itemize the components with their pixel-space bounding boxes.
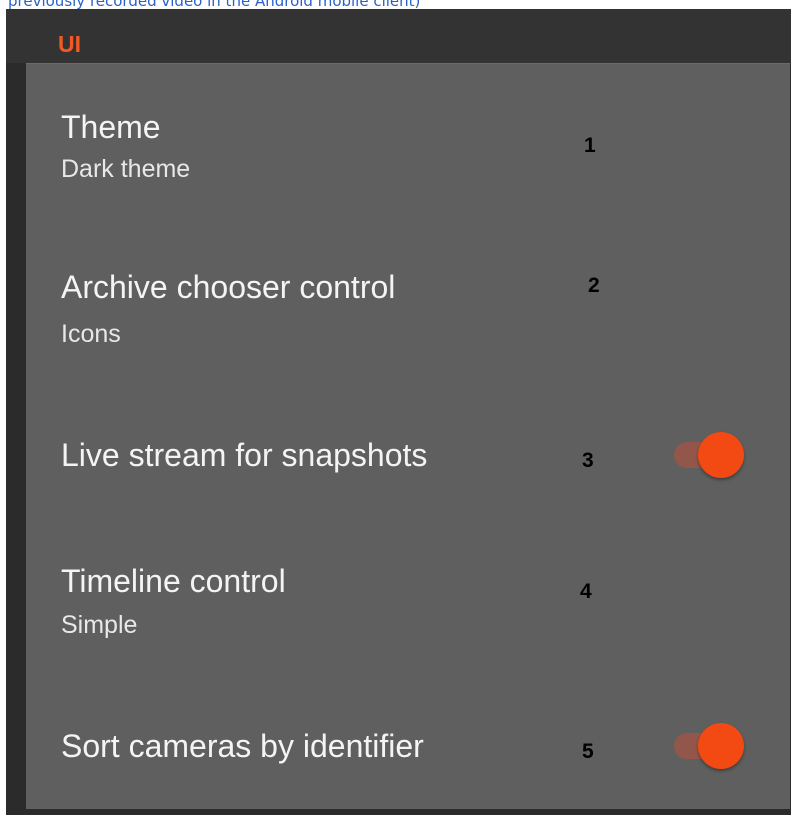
sort-cameras-toggle[interactable] [674,723,746,769]
section-header: UI [6,9,791,63]
setting-archive-chooser-title: Archive chooser control [61,269,396,305]
setting-timeline-control-value: Simple [61,611,138,639]
settings-panel: Theme Dark theme 1 Archive chooser contr… [26,63,790,809]
setting-timeline-control-title: Timeline control [61,563,286,599]
setting-live-stream-snapshots[interactable]: Live stream for snapshots 3 [26,424,790,544]
setting-archive-chooser[interactable]: Archive chooser control Icons 2 [26,264,790,384]
section-title: UI [58,31,81,57]
toggle-thumb [698,432,744,478]
setting-sort-cameras[interactable]: Sort cameras by identifier 5 [26,717,790,815]
setting-theme-title: Theme [61,109,161,145]
callout-number-2: 2 [588,274,600,297]
live-stream-snapshots-toggle[interactable] [674,432,746,478]
setting-theme-value: Dark theme [61,155,191,183]
setting-sort-cameras-title: Sort cameras by identifier [61,728,424,764]
setting-live-stream-snapshots-title: Live stream for snapshots [61,437,428,473]
setting-theme[interactable]: Theme Dark theme 1 [26,104,790,224]
setting-timeline-control[interactable]: Timeline control Simple 4 [26,558,790,678]
callout-number-1: 1 [584,134,596,157]
setting-archive-chooser-value: Icons [61,320,121,348]
toggle-thumb [698,723,744,769]
callout-number-4: 4 [580,580,592,603]
callout-number-3: 3 [582,449,594,472]
callout-number-5: 5 [582,740,594,763]
settings-screen: UI Theme Dark theme 1 Archive chooser co… [6,9,791,815]
